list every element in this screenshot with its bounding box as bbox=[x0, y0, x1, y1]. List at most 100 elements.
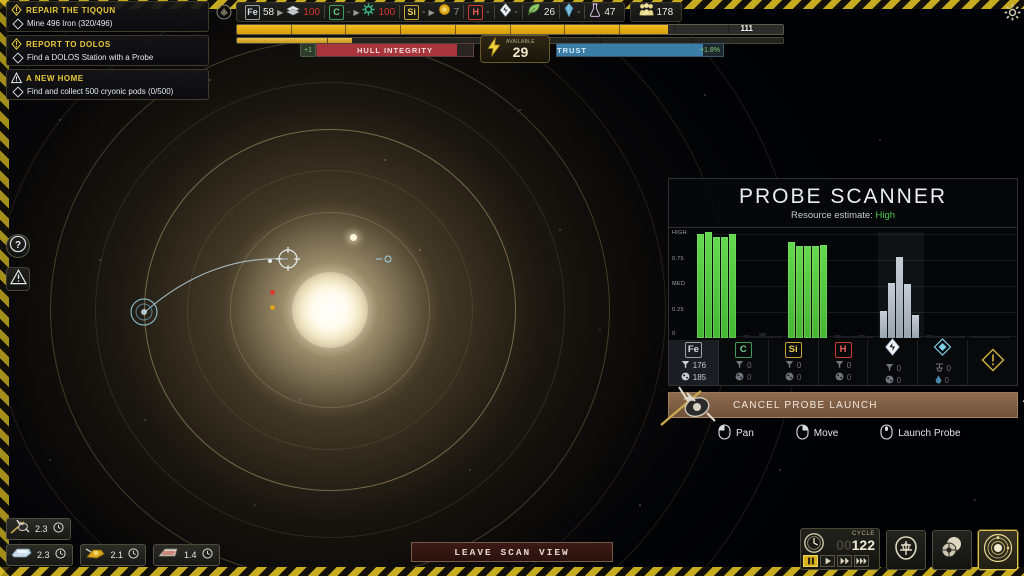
energy-meter[interactable]: AVAILABLE 29 bbox=[479, 35, 550, 63]
legend-value-row: 0 bbox=[935, 375, 951, 387]
legend-value: 0 bbox=[946, 364, 951, 373]
warning-button[interactable] bbox=[6, 267, 30, 291]
probe-icon bbox=[657, 383, 729, 429]
resource-antimatter[interactable]: - bbox=[495, 2, 522, 21]
si-icon: Si bbox=[784, 341, 802, 358]
carbon-gear-icon bbox=[362, 3, 375, 21]
clock-icon bbox=[128, 546, 139, 564]
quest-item[interactable]: REPORT TO DOLOS Find a DOLOS Station wit… bbox=[6, 35, 209, 66]
timer-drone[interactable]: 2.1 bbox=[79, 544, 147, 566]
timer-module[interactable]: 1.4 bbox=[153, 544, 220, 566]
clock-icon bbox=[201, 546, 213, 564]
resource-hydrogen[interactable]: H - bbox=[464, 3, 493, 21]
timer-drone-value: 2.1 bbox=[110, 550, 124, 560]
asteroid-icon bbox=[885, 375, 894, 387]
mouse-middle-icon bbox=[880, 424, 893, 443]
y-tick-label: 0 bbox=[672, 331, 676, 337]
resource-silicon-rate: 7 bbox=[453, 6, 460, 18]
chart-bar bbox=[895, 256, 903, 338]
resource-science[interactable]: 47 bbox=[585, 2, 619, 21]
hull-bar: HULL INTEGRITY bbox=[315, 43, 474, 57]
antimatter-icon bbox=[884, 338, 901, 361]
gear-icon[interactable] bbox=[1003, 3, 1021, 21]
chart-bar bbox=[903, 283, 911, 338]
legend-value: 0 bbox=[846, 360, 852, 370]
objective-diamond-icon bbox=[12, 17, 24, 30]
resource-biomass[interactable]: 26 bbox=[523, 3, 559, 21]
cycle-panel: CYCLE 00 122 bbox=[800, 528, 880, 570]
trust-delta: +1.8% bbox=[699, 46, 720, 54]
scanner-header: PROBE SCANNER Resource estimate: High bbox=[668, 178, 1018, 228]
chevron-right-icon: ▶ bbox=[353, 7, 360, 17]
quest-item[interactable]: A NEW HOME Find and collect 500 cryonic … bbox=[6, 69, 209, 100]
chart-bar bbox=[742, 334, 750, 338]
planet-marker bbox=[268, 259, 272, 263]
resource-crystal[interactable]: - bbox=[560, 2, 584, 22]
population-group[interactable]: 178 bbox=[629, 2, 683, 22]
resource-antimatter-value: - bbox=[514, 6, 518, 18]
chart-bar bbox=[721, 237, 728, 338]
timer-probe[interactable]: 2.3 bbox=[6, 518, 71, 540]
y-tick-label: MED bbox=[672, 281, 686, 287]
asteroid-icon bbox=[835, 372, 844, 384]
pause-button[interactable] bbox=[803, 555, 818, 567]
hint-move: Move bbox=[796, 424, 838, 443]
legend-column-crystal[interactable]: 00 bbox=[918, 338, 969, 387]
tech-tree-button[interactable] bbox=[886, 530, 926, 570]
crystal-diamond-icon bbox=[933, 338, 952, 361]
play-button[interactable] bbox=[820, 555, 835, 567]
ship-avatar-icon[interactable] bbox=[214, 2, 234, 22]
leave-scan-view-button[interactable]: LEAVE SCAN VIEW bbox=[411, 542, 613, 562]
legend-value-row: 0 bbox=[785, 372, 801, 384]
legend-column-silicon[interactable]: Si 0 0 bbox=[769, 340, 819, 385]
drone-icon bbox=[84, 546, 106, 565]
resource-science-value: 47 bbox=[604, 6, 616, 18]
chart-bar bbox=[911, 315, 919, 338]
legend-column-anomaly[interactable] bbox=[968, 340, 1017, 385]
legend-value: 0 bbox=[796, 372, 802, 382]
population[interactable]: 178 bbox=[635, 3, 678, 21]
system-map-button[interactable] bbox=[978, 530, 1018, 570]
legend-column-iron[interactable]: Fe 176 185 bbox=[669, 340, 719, 385]
chart-bar bbox=[987, 336, 995, 338]
svg-text:?: ? bbox=[15, 240, 21, 251]
legend-values: 00 bbox=[735, 360, 752, 384]
fastest-forward-button[interactable] bbox=[854, 555, 869, 567]
chart-bar bbox=[697, 234, 704, 338]
legend-column-carbon[interactable]: C00 bbox=[719, 340, 769, 385]
legend-value-row: 0 bbox=[835, 372, 851, 384]
chart-bar bbox=[774, 336, 782, 338]
chevron-right-icon: ▶ bbox=[277, 7, 284, 17]
alert-diamond-icon bbox=[11, 4, 22, 17]
silicon-wafer-icon bbox=[438, 3, 451, 21]
resource-iron[interactable]: Fe 58 ▶ 100 bbox=[241, 3, 324, 21]
resource-silicon[interactable]: Si - ▶ 7 bbox=[400, 3, 463, 21]
chart-bar bbox=[979, 336, 987, 338]
hull-integrity[interactable]: +1 HULL INTEGRITY bbox=[300, 43, 474, 57]
fleet-button[interactable] bbox=[932, 530, 972, 570]
resource-iron-value: 58 bbox=[263, 6, 275, 18]
resource-carbon[interactable]: C - ▶ 100 bbox=[325, 3, 399, 21]
quest-objective: Mine 496 Iron (320/496) bbox=[11, 17, 204, 30]
cancel-probe-launch-button[interactable]: CANCEL PROBE LAUNCH ? bbox=[660, 386, 1024, 426]
anomaly-diamond-icon bbox=[981, 348, 1005, 377]
timer-ship[interactable]: 2.3 bbox=[6, 544, 73, 566]
resource-carbon-rate: 100 bbox=[378, 6, 396, 18]
trust-bar[interactable]: TRUST +1.8% bbox=[555, 43, 724, 57]
crystal-icon bbox=[564, 2, 574, 22]
h-icon: H bbox=[468, 4, 484, 20]
timer-module-value: 1.4 bbox=[184, 550, 197, 560]
help-button[interactable]: ? bbox=[6, 234, 30, 258]
legend-column-antimatter[interactable]: 00 bbox=[868, 338, 919, 387]
chart-bar bbox=[766, 336, 774, 338]
fast-forward-button[interactable] bbox=[837, 555, 852, 567]
quest-item[interactable]: REPAIR THE TIQQUN Mine 496 Iron (320/496… bbox=[6, 1, 209, 32]
clock-icon bbox=[54, 546, 66, 564]
chart-bar bbox=[995, 336, 1003, 338]
chart-group-crystal bbox=[924, 232, 970, 338]
legend-values: 00 bbox=[935, 363, 951, 387]
chart-bar bbox=[879, 310, 887, 338]
probe-scanner-panel: PROBE SCANNER Resource estimate: High HI… bbox=[660, 178, 1024, 443]
alert-triangle-icon bbox=[11, 72, 22, 85]
legend-column-hydrogen[interactable]: H00 bbox=[819, 340, 869, 385]
